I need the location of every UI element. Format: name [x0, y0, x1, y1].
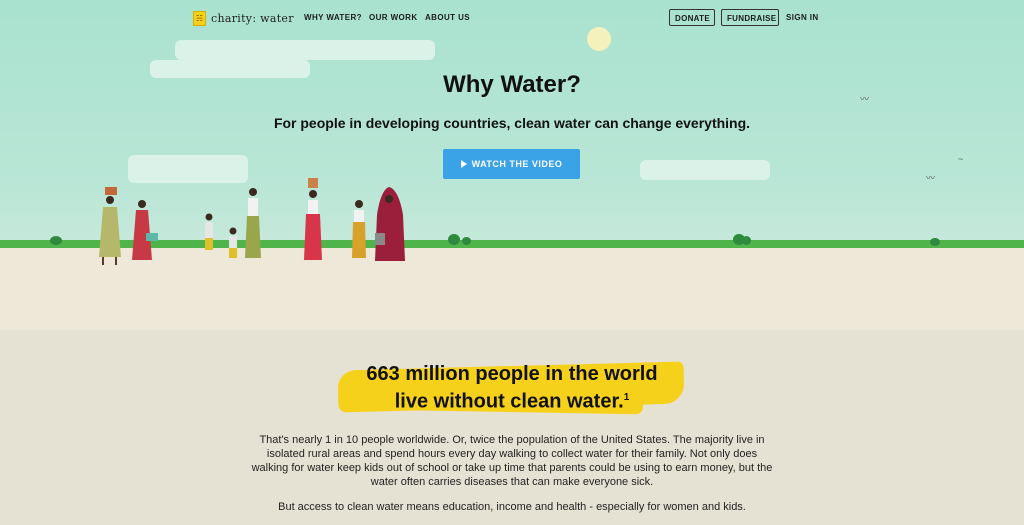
woman-with-basket-figure: [99, 187, 121, 265]
nav-why-water[interactable]: WHY WATER?: [304, 13, 362, 22]
hero-subtitle: For people in developing countries, clea…: [273, 115, 751, 131]
cloud: [128, 155, 248, 183]
bush: [448, 234, 460, 245]
woman-red-dress-figure: [132, 200, 158, 260]
child-figure: [229, 227, 237, 258]
man-figure: [245, 188, 261, 258]
bush: [50, 236, 62, 245]
watch-video-button[interactable]: WATCH THE VIDEO: [443, 149, 580, 179]
sign-in-link[interactable]: SIGN IN: [786, 13, 819, 22]
bush: [742, 236, 751, 245]
charity-water-logo[interactable]: ☵ charity: water: [193, 11, 294, 26]
woman-yellow-figure: [352, 200, 366, 258]
watch-video-label: WATCH THE VIDEO: [471, 159, 563, 169]
woman-carrying-pot-figure: [304, 178, 322, 260]
body-paragraph: That's nearly 1 in 10 people worldwide. …: [251, 434, 773, 488]
cloud: [175, 40, 435, 60]
bird-icon: ~: [958, 154, 964, 164]
bush: [462, 237, 471, 245]
nav-about-us[interactable]: ABOUT US: [425, 13, 470, 22]
fundraise-button[interactable]: FUNDRAISE: [721, 9, 779, 26]
footnote-marker[interactable]: 1: [624, 392, 630, 403]
top-navigation: ☵ charity: water WHY WATER? OUR WORK ABO…: [0, 0, 1024, 36]
statistic-line-1: 663 million people in the world: [366, 363, 658, 385]
statistic-line-2: live without clean water.: [394, 390, 624, 413]
body-paragraph-2: But access to clean water means educatio…: [278, 501, 746, 513]
bush: [930, 238, 940, 246]
cloud: [640, 160, 770, 180]
donate-button[interactable]: DONATE: [669, 9, 715, 26]
page-title: Why Water?: [443, 71, 581, 98]
play-icon: [460, 160, 467, 168]
nav-our-work[interactable]: OUR WORK: [369, 13, 418, 22]
bird-icon: 〰: [926, 173, 936, 183]
woman-maroon-figure: [375, 187, 405, 261]
statistic-headline: 663 million people in the world live wit…: [0, 362, 1024, 414]
jerry-can-logo-icon: ☵: [193, 11, 206, 26]
statistic-line-2-wrap: live without clean water.1: [0, 386, 1024, 414]
child-figure: [205, 213, 213, 250]
logo-text: charity: water: [211, 12, 294, 25]
